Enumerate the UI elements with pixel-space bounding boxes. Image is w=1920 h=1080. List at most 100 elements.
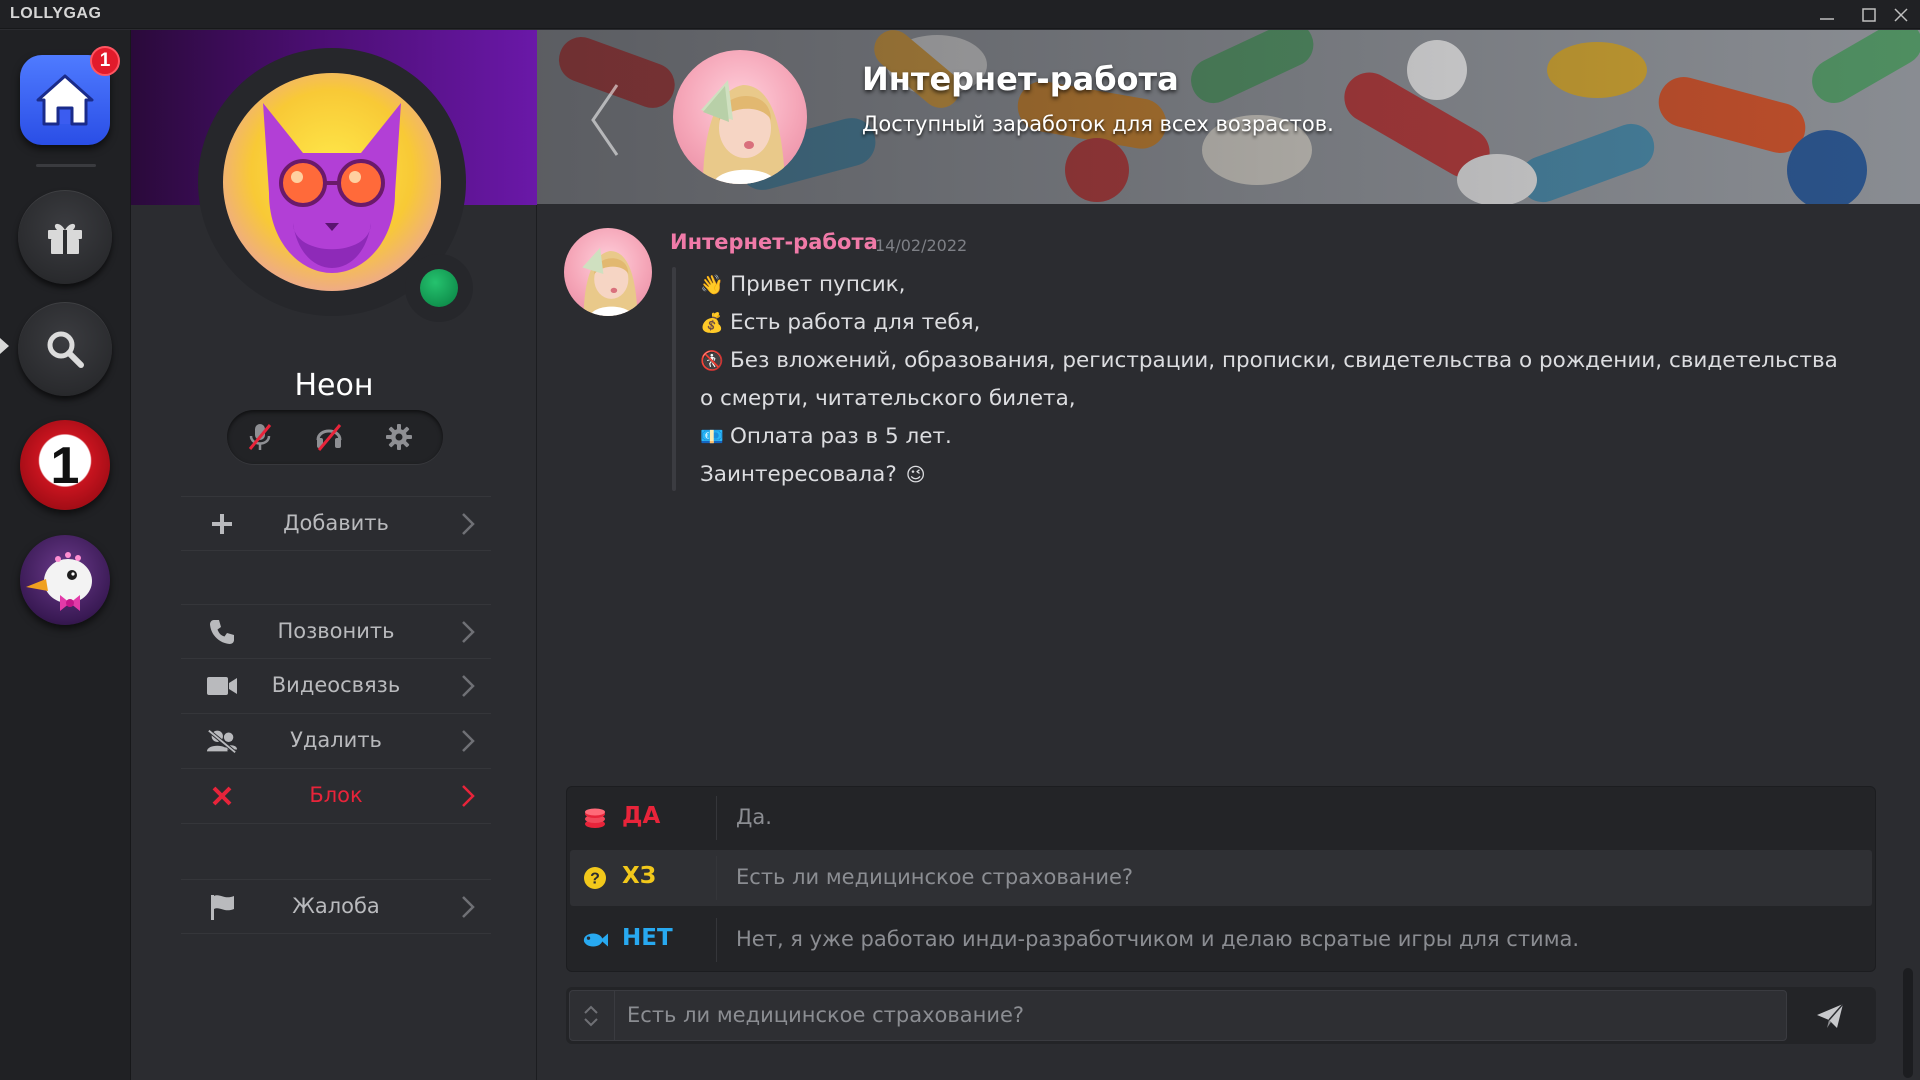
winking-face-emoji: 😉 <box>905 464 926 486</box>
up-down-arrows-icon[interactable] <box>580 1003 602 1029</box>
online-status-dot <box>420 269 458 307</box>
woman-with-money-image <box>701 80 785 184</box>
choice-no-key: НЕТ <box>622 925 673 951</box>
flag-icon <box>206 893 238 921</box>
remove-user-icon <box>206 727 238 755</box>
choice-no[interactable]: НЕТ Нет, я уже работаю инди-разработчико… <box>570 912 1872 968</box>
message-quote-bar <box>672 267 676 491</box>
message-author-avatar[interactable] <box>564 228 652 316</box>
close-x-icon <box>206 782 238 810</box>
mute-mic-icon <box>248 424 272 450</box>
duck-avatar-image <box>26 552 92 611</box>
message-input-value[interactable]: Есть ли медицинское страхование? <box>627 1003 1024 1027</box>
menu-report[interactable]: Жалоба <box>181 879 491 934</box>
woman-with-money-image <box>582 247 638 316</box>
coins-stack-icon <box>582 805 608 831</box>
chevron-right-icon <box>462 513 475 535</box>
voice-controls <box>227 410 443 464</box>
banknote-emoji: 💶 <box>700 426 724 448</box>
fish-icon <box>582 927 608 953</box>
menu-add-friend[interactable]: Добавить <box>181 496 491 551</box>
money-bag-emoji: 💰 <box>700 312 724 334</box>
menu-video-call[interactable]: Видеосвязь <box>181 659 491 714</box>
mute-mic-button[interactable] <box>243 420 277 454</box>
menu-remove-label: Удалить <box>290 728 382 752</box>
status-indicator-frame <box>405 254 473 322</box>
choice-no-text: Нет, я уже работаю инди-разработчиком и … <box>736 927 1580 951</box>
profile-panel: Неон Добавить Позвонить Видеосвязь Удали… <box>131 30 537 1080</box>
minimize-icon <box>1820 17 1834 20</box>
chevron-right-icon <box>462 675 475 697</box>
message-author[interactable]: Интернет-работа <box>670 230 878 254</box>
mute-headphones-icon <box>316 424 342 451</box>
menu-block[interactable]: Блок <box>181 769 491 824</box>
question-circle-icon: ? <box>582 865 608 891</box>
menu-report-label: Жалоба <box>292 894 380 918</box>
message-line: 💰 Есть работа для тебя, <box>700 304 1850 342</box>
search-button[interactable] <box>18 302 112 396</box>
minimize-button[interactable] <box>1808 0 1846 29</box>
choice-maybe-key: ХЗ <box>622 863 657 889</box>
chevron-right-icon <box>462 785 475 807</box>
no-pedestrians-emoji: 🚷 <box>700 350 724 372</box>
choice-divider <box>716 796 717 840</box>
gear-icon <box>386 424 412 450</box>
chat-panel: Интернет-работа Доступный заработок для … <box>537 30 1920 1080</box>
choice-maybe-text: Есть ли медицинское страхование? <box>736 865 1134 889</box>
chevron-right-icon <box>462 621 475 643</box>
message-body: 👋 Привет пупсик, 💰 Есть работа для тебя, 🚷… <box>700 266 1850 494</box>
chat-header-banner: Интернет-работа Доступный заработок для … <box>537 30 1920 204</box>
chat-contact-avatar[interactable] <box>673 50 807 184</box>
title-bar: LOLLYGAG <box>0 0 1920 29</box>
input-divider <box>614 991 615 1040</box>
mute-headphones-button[interactable] <box>312 420 346 454</box>
menu-remove-friend[interactable]: Удалить <box>181 714 491 769</box>
menu-call[interactable]: Позвонить <box>181 604 491 659</box>
choice-maybe[interactable]: ? ХЗ Есть ли медицинское страхование? <box>570 850 1872 906</box>
profile-username: Неон <box>294 368 374 403</box>
message-date: 14/02/2022 <box>875 236 968 255</box>
menu-add-label: Добавить <box>283 511 389 535</box>
waving-hand-emoji: 👋 <box>700 274 724 296</box>
duck-server-button[interactable] <box>20 535 110 625</box>
number-one-server[interactable]: 1 <box>20 420 110 510</box>
menu-video-label: Видеосвязь <box>271 673 401 697</box>
menu-block-label: Блок <box>309 783 363 807</box>
choice-yes[interactable]: ДА Да. <box>570 790 1872 846</box>
send-button[interactable] <box>1800 997 1860 1035</box>
settings-button[interactable] <box>382 420 416 454</box>
number-one-label: 1 <box>50 437 80 495</box>
active-indicator-arrow <box>0 338 9 354</box>
chevron-right-icon <box>462 896 475 918</box>
close-button[interactable] <box>1882 0 1920 29</box>
app-title: LOLLYGAG <box>10 5 102 22</box>
paper-plane-icon <box>1817 1003 1844 1028</box>
chat-title: Интернет-работа <box>862 60 1179 98</box>
message-line: 🚷 Без вложений, образования, регистрации,… <box>700 342 1850 418</box>
gift-icon <box>48 223 82 254</box>
gifts-button[interactable] <box>18 190 112 284</box>
profile-avatar[interactable] <box>223 73 441 291</box>
message-composer: Есть ли медицинское страхование? <box>566 987 1876 1044</box>
choice-divider <box>716 918 717 962</box>
choice-yes-key: ДА <box>622 803 661 829</box>
chat-scrollbar[interactable] <box>1903 968 1913 1078</box>
choice-divider <box>716 856 717 900</box>
chat-subtitle: Доступный заработок для всех возрастов. <box>862 112 1334 136</box>
menu-call-label: Позвонить <box>277 619 395 643</box>
message-line: Заинтересовала? 😉 <box>700 456 1850 494</box>
svg-text:?: ? <box>590 871 600 888</box>
close-icon <box>1894 7 1908 22</box>
cat-avatar-image <box>263 103 401 273</box>
search-icon <box>47 331 84 368</box>
choice-yes-text: Да. <box>736 805 772 829</box>
notification-badge: 1 <box>90 46 120 76</box>
phone-icon <box>206 618 238 646</box>
back-chevron-icon[interactable] <box>587 80 623 160</box>
app-window: LOLLYGAG 1 1 Неон Добавить Позвонить Вид… <box>0 0 1920 1080</box>
reply-choices: ДА Да. ? ХЗ Есть ли медицинское страхова… <box>566 786 1876 972</box>
rail-separator <box>36 164 96 167</box>
message-input[interactable]: Есть ли медицинское страхование? <box>569 990 1787 1041</box>
video-camera-icon <box>206 672 238 700</box>
server-rail: 1 1 <box>0 30 131 1080</box>
